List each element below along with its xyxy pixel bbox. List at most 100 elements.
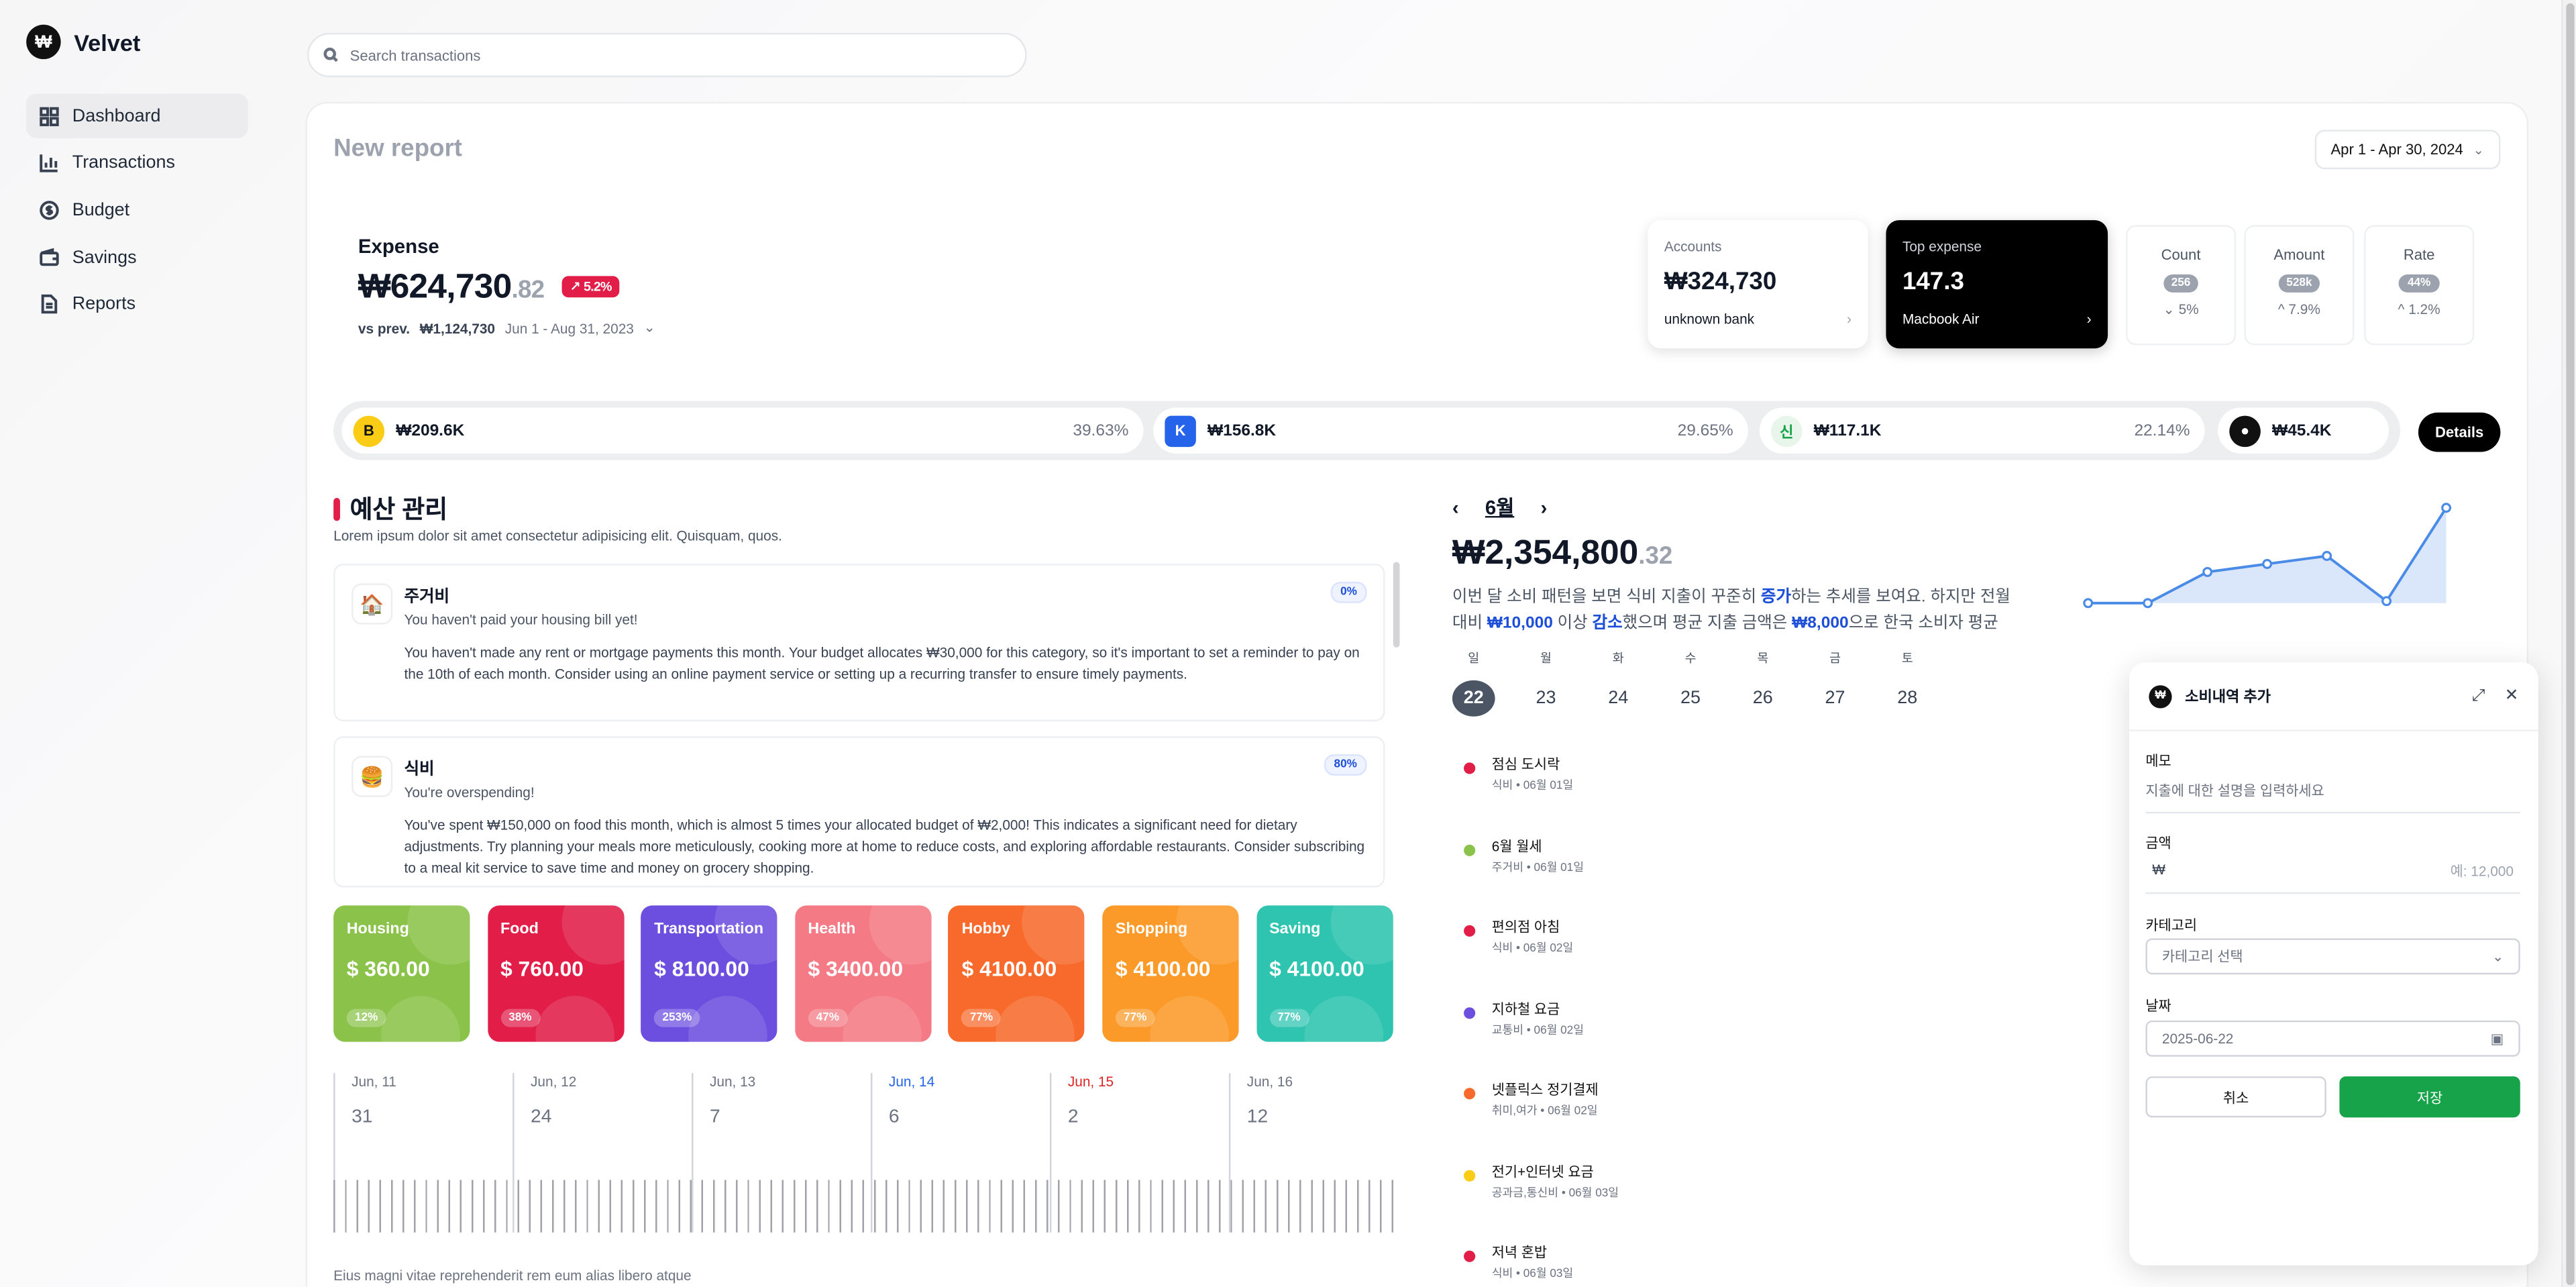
day-number[interactable]: 25 (1669, 680, 1712, 717)
week-day[interactable]: 수 25 (1669, 649, 1712, 716)
category-select[interactable]: 카테고리 선택 ⌄ (2145, 938, 2520, 975)
expense-change: 5.2% (584, 279, 612, 295)
page-title[interactable]: New report (333, 135, 462, 163)
trend-point (2322, 551, 2332, 561)
day-number[interactable]: 22 (1452, 680, 1495, 717)
brand[interactable]: ₩ Velvet (26, 24, 140, 60)
week-day[interactable]: 화 24 (1597, 649, 1640, 716)
category-tile-transportation[interactable]: Transportation $ 8100.00 253% (641, 905, 777, 1042)
chevron-left-icon[interactable]: ‹ (1452, 495, 1459, 518)
chevron-down-icon: ⌄ (2491, 947, 2504, 964)
expense-amount: ₩624,730 (358, 268, 512, 306)
sidebar-item-savings[interactable]: Savings (26, 235, 248, 279)
week-day[interactable]: 토 28 (1886, 649, 1929, 716)
transaction-title: 점심 도시락 (1491, 756, 1560, 773)
tile-percent: 77% (1269, 1009, 1309, 1027)
stat-rate: Rate 44% ^ 1.2% (2364, 225, 2475, 346)
bank-logo-icon: B (353, 415, 385, 446)
date-range-select[interactable]: Apr 1 - Apr 30, 2024 ⌄ (2314, 130, 2501, 170)
calendar-icon[interactable]: ▣ (2491, 1029, 2504, 1047)
weekday-label: 화 (1612, 650, 1624, 666)
transaction-item[interactable]: 지하철 요금 교통비 • 06월 02일 (1464, 998, 1584, 1038)
chevron-right-icon: › (1847, 310, 1852, 327)
prev-range[interactable]: Jun 1 - Aug 31, 2023 (505, 319, 634, 336)
sidebar-nav: Dashboard Transactions Budget Savings Re… (26, 93, 248, 329)
month-total-value: ₩2,354,800 (1452, 533, 1639, 572)
bank-item[interactable]: 신 ₩117.1K 22.14% (1759, 407, 2205, 454)
category-tile-housing[interactable]: Housing $ 360.00 12% (333, 905, 470, 1042)
transaction-item[interactable]: 저녁 혼밥 식비 • 06월 03일 (1464, 1242, 1573, 1282)
month-summary: 이번 달 소비 패턴을 보면 식비 지출이 꾸준히 증가하는 추세를 보여요. … (1452, 585, 2027, 637)
day-number[interactable]: 27 (1814, 680, 1857, 717)
sidebar-item-transactions[interactable]: Transactions (26, 141, 248, 185)
bank-item[interactable]: ● ₩45.4K (2218, 407, 2389, 454)
budget-title: 예산 관리 (333, 491, 447, 525)
accounts-value: ₩324,730 (1664, 268, 1777, 296)
transaction-item[interactable]: 넷플릭스 정기결제 취미,여가 • 06월 02일 (1464, 1080, 1599, 1119)
save-button[interactable]: 저장 (2339, 1076, 2520, 1118)
category-tile-shopping[interactable]: Shopping $ 4100.00 77% (1102, 905, 1239, 1042)
dollar-circle-icon (40, 200, 59, 220)
sidebar-item-budget[interactable]: Budget (26, 188, 248, 232)
category-tile-saving[interactable]: Saving $ 4100.00 77% (1256, 905, 1393, 1042)
chevron-down-icon[interactable]: ⌄ (644, 319, 655, 337)
day-number[interactable]: 23 (1525, 680, 1568, 717)
transaction-item[interactable]: 편의점 아침 식비 • 06월 02일 (1464, 917, 1573, 957)
transaction-item[interactable]: 6월 월세 주거비 • 06월 01일 (1464, 835, 1584, 875)
sidebar-item-reports[interactable]: Reports (26, 282, 248, 327)
chevron-right-icon[interactable]: › (1540, 495, 1547, 518)
bank-item[interactable]: K ₩156.8K 29.65% (1153, 407, 1748, 454)
accounts-card[interactable]: Accounts ₩324,730 unknown bank › (1648, 220, 1868, 349)
decor-circle (1303, 996, 1383, 1042)
day-number[interactable]: 28 (1886, 680, 1929, 717)
week-day[interactable]: 금 27 (1814, 649, 1857, 716)
transaction-title: 6월 월세 (1491, 837, 1542, 854)
details-button[interactable]: Details (2418, 412, 2501, 452)
week-day[interactable]: 월 23 (1525, 649, 1568, 716)
transaction-title: 넷플릭스 정기결제 (1491, 1081, 1599, 1098)
tile-percent: 77% (961, 1009, 1002, 1027)
summary-text: 이번 달 소비 패턴을 보면 식비 지출이 꾸준히 (1452, 588, 1761, 607)
memo-field[interactable]: 지출에 대한 설명을 입력하세요 (2145, 780, 2520, 814)
chevron-down-icon: ⌄ (2473, 142, 2484, 157)
accounts-label: Accounts (1664, 238, 1722, 255)
category-tile-food[interactable]: Food $ 760.00 38% (487, 905, 624, 1042)
expand-icon[interactable]: ⤢ (2472, 687, 2485, 705)
prev-value: ₩1,124,730 (419, 319, 496, 336)
category-dot (1464, 1250, 1476, 1262)
amount-field[interactable]: ₩ 예: 12,000 (2145, 861, 2520, 894)
footer-text: Eius magni vitae reprehenderit rem eum a… (333, 1267, 692, 1284)
month-label[interactable]: 6월 (1485, 493, 1514, 521)
transaction-item[interactable]: 점심 도시락 식비 • 06월 01일 (1464, 754, 1573, 794)
budget-card-housing[interactable]: 🏠 주거비 You haven't paid your housing bill… (333, 564, 1385, 722)
currency-symbol: ₩ (2152, 861, 2165, 878)
date-field[interactable]: 2025-06-22 ▣ (2145, 1020, 2520, 1057)
category-tile-health[interactable]: Health $ 3400.00 47% (794, 905, 932, 1042)
week-day[interactable]: 목 26 (1741, 649, 1784, 716)
sidebar-item-label: Budget (72, 200, 130, 220)
stat-change-value: 5% (2178, 301, 2199, 317)
top-expense-card[interactable]: Top expense 147.3 Macbook Air › (1886, 220, 2108, 349)
budget-card-status: You're overspending! (404, 784, 535, 801)
bank-item[interactable]: B ₩209.6K 39.63% (341, 407, 1144, 454)
budget-card-food[interactable]: 🍔 식비 You're overspending! You've spent ₩… (333, 736, 1385, 888)
cancel-button[interactable]: 취소 (2145, 1076, 2326, 1118)
category-dot (1464, 762, 1476, 774)
document-icon (41, 295, 58, 314)
sidebar-item-dashboard[interactable]: Dashboard (26, 93, 248, 138)
transaction-item[interactable]: 전기+인터넷 요금 공과금,통신비 • 06월 03일 (1464, 1161, 1619, 1200)
week-day[interactable]: 일 22 (1452, 649, 1495, 717)
day-count: 6 (888, 1107, 900, 1128)
search-input[interactable]: Search transactions (307, 32, 1027, 78)
budget-scrollbar[interactable] (1393, 562, 1400, 648)
page-scrollbar[interactable] (2561, 0, 2576, 1287)
close-icon[interactable]: ✕ (2505, 687, 2519, 705)
day-number[interactable]: 24 (1597, 680, 1640, 717)
day-number[interactable]: 26 (1741, 680, 1784, 717)
scrollbar-thumb[interactable] (2566, 3, 2575, 1286)
category-tile-hobby[interactable]: Hobby $ 4100.00 77% (949, 905, 1085, 1042)
budget-card-title: 주거비 (404, 588, 450, 607)
chevron-up-icon: ^ (2398, 301, 2409, 317)
trend-point (2083, 598, 2094, 609)
stat-count: Count 256 ⌄ 5% (2126, 225, 2237, 346)
